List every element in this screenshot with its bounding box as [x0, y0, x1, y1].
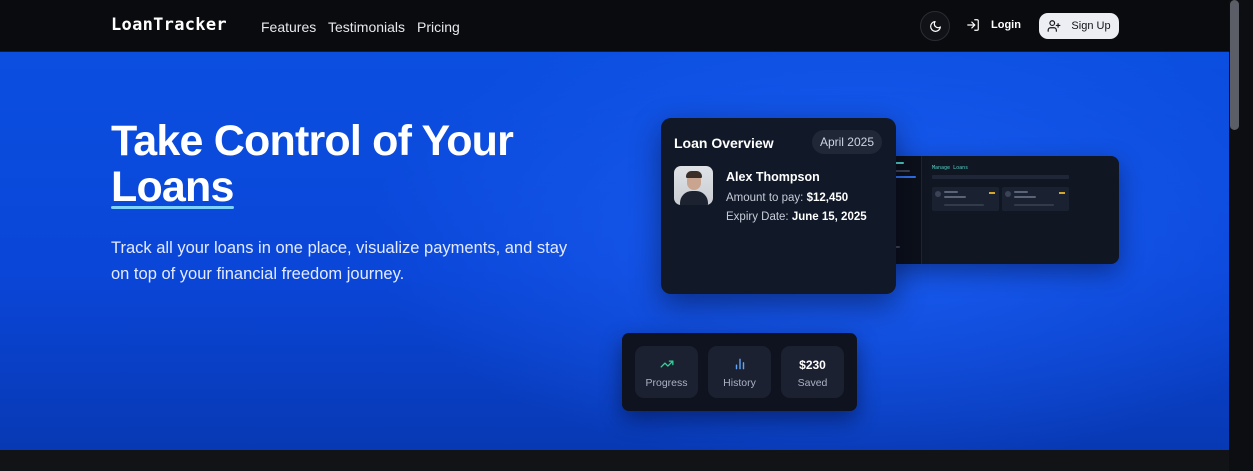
log-in-icon [967, 19, 979, 31]
page: LoanTracker Features Testimonials Pricin… [0, 0, 1253, 471]
amount-label: Amount to pay: [726, 192, 804, 204]
preview-text [944, 191, 958, 193]
user-plus-icon [1048, 20, 1061, 32]
stat-label: Progress [645, 377, 688, 389]
manage-loans-preview: Manage Loans [883, 156, 1119, 264]
expiry-label: Expiry Date: [726, 211, 789, 223]
hero-title-line1: Take Control of Your [111, 117, 514, 165]
loan-overview-card: Loan Overview April 2025 Alex Thompson A… [661, 118, 896, 294]
preview-badge [1059, 192, 1065, 194]
stat-icon-wrap [635, 356, 698, 372]
stat-history: History [708, 346, 771, 398]
brand-logo[interactable]: LoanTracker [111, 15, 227, 35]
preview-loan-item [1002, 187, 1069, 211]
stats-panel: Progress History $230 Saved [622, 333, 857, 411]
nav-link-pricing[interactable]: Pricing [417, 19, 460, 35]
avatar-hair [686, 171, 702, 178]
loan-card-title: Loan Overview [674, 135, 774, 151]
preview-dot [1005, 191, 1011, 197]
hero-title: Take Control of Your Loans [111, 118, 611, 210]
bar-chart-icon [735, 358, 744, 370]
avatar [674, 166, 713, 205]
expiry-row: Expiry Date: June 15, 2025 [726, 211, 867, 223]
stat-progress: Progress [635, 346, 698, 398]
navbar: LoanTracker Features Testimonials Pricin… [0, 0, 1229, 52]
preview-badge [989, 192, 995, 194]
preview-text [1014, 196, 1036, 198]
nav-link-testimonials[interactable]: Testimonials [328, 19, 405, 35]
expiry-value: June 15, 2025 [791, 211, 867, 223]
stat-label: Saved [797, 377, 828, 389]
amount-row: Amount to pay: $12,450 [726, 192, 848, 204]
preview-text [1014, 204, 1054, 206]
next-section-edge [0, 450, 1229, 471]
stat-saved: $230 Saved [781, 346, 844, 398]
preview-text [1014, 191, 1028, 193]
scrollbar-thumb[interactable] [1230, 0, 1239, 130]
theme-toggle-button[interactable] [920, 11, 950, 41]
login-label: Login [991, 19, 1021, 31]
signup-button[interactable]: Sign Up [1039, 13, 1119, 39]
trending-up-icon [660, 360, 673, 368]
amount-value: $12,450 [806, 192, 849, 204]
preview-loan-item [932, 187, 999, 211]
borrower-name: Alex Thompson [726, 170, 820, 184]
preview-dot [935, 191, 941, 197]
preview-text [944, 204, 984, 206]
stat-icon-wrap [708, 356, 771, 372]
avatar-body [680, 191, 708, 205]
preview-text [944, 196, 966, 198]
preview-tabs [932, 175, 1069, 179]
nav-link-features[interactable]: Features [261, 19, 316, 35]
signup-label: Sign Up [1071, 20, 1111, 32]
stat-value: $230 [799, 358, 826, 372]
stat-label: History [723, 377, 756, 389]
hero-subtitle: Track all your loans in one place, visua… [111, 239, 568, 283]
month-badge: April 2025 [812, 130, 882, 154]
preview-title: Manage Loans [932, 165, 969, 171]
login-button[interactable]: Login [966, 18, 1021, 32]
moon-icon [929, 20, 941, 32]
hero-title-highlight: Loans [111, 163, 234, 211]
